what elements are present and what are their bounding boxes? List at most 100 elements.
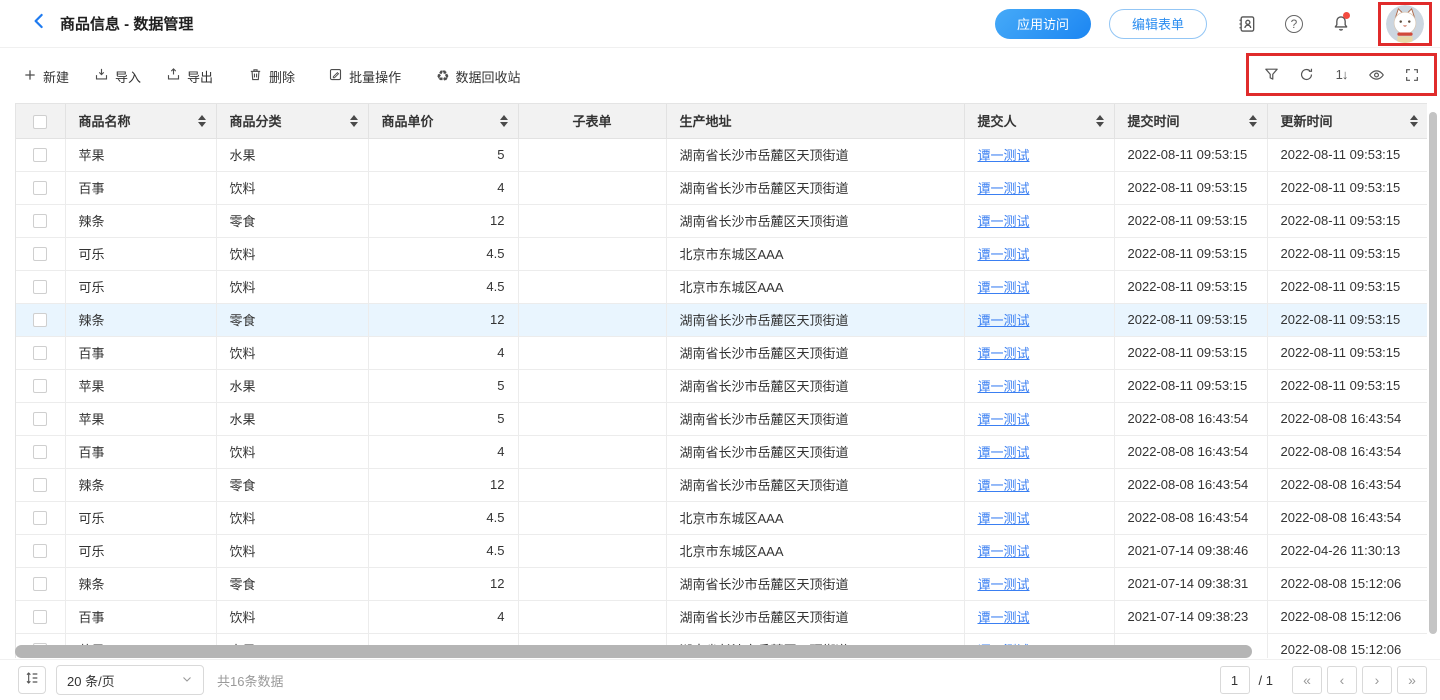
top-bar: 商品信息 - 数据管理 应用访问 编辑表单 — [0, 0, 1440, 48]
filter-icon[interactable] — [1263, 66, 1280, 83]
row-checkbox[interactable] — [33, 577, 47, 591]
sort-carets-icon[interactable] — [1249, 115, 1257, 127]
column-header-submit_time[interactable]: 提交时间 — [1114, 104, 1267, 138]
export-button[interactable]: 导出 — [166, 67, 213, 86]
submitter-link[interactable]: 谭一测试 — [978, 346, 1030, 361]
import-icon — [94, 67, 109, 85]
row-checkbox[interactable] — [33, 346, 47, 360]
app-access-button[interactable]: 应用访问 — [995, 9, 1091, 39]
edit-form-button[interactable]: 编辑表单 — [1109, 9, 1207, 39]
category-cell: 饮料 — [216, 336, 368, 369]
row-checkbox[interactable] — [33, 379, 47, 393]
sort-carets-icon[interactable] — [350, 115, 358, 127]
row-checkbox[interactable] — [33, 412, 47, 426]
import-button[interactable]: 导入 — [94, 67, 141, 86]
column-header-submitter[interactable]: 提交人 — [964, 104, 1114, 138]
user-avatar[interactable] — [1386, 5, 1424, 43]
row-select-cell — [16, 336, 65, 369]
row-checkbox[interactable] — [33, 247, 47, 261]
row-checkbox[interactable] — [33, 445, 47, 459]
column-header-price[interactable]: 商品单价 — [368, 104, 518, 138]
column-header-category[interactable]: 商品分类 — [216, 104, 368, 138]
prev-page-button[interactable]: ‹ — [1327, 666, 1357, 694]
sort-icon[interactable] — [1333, 66, 1350, 83]
submit_time-cell: 2022-08-11 09:53:15 — [1114, 138, 1267, 171]
price-cell: 4.5 — [368, 534, 518, 567]
submitter-link[interactable]: 谭一测试 — [978, 511, 1030, 526]
row-checkbox[interactable] — [33, 214, 47, 228]
column-visibility-icon[interactable] — [1368, 66, 1385, 83]
notification-bell-icon[interactable] — [1331, 14, 1351, 34]
row-checkbox[interactable] — [33, 511, 47, 525]
submitter-link[interactable]: 谭一测试 — [978, 214, 1030, 229]
submit_time-cell: 2021-07-14 09:38:31 — [1114, 567, 1267, 600]
recycle-bin-button[interactable]: ♻ 数据回收站 — [436, 67, 520, 86]
vertical-scrollbar[interactable] — [1429, 112, 1437, 634]
submitter-link[interactable]: 谭一测试 — [978, 610, 1030, 625]
submitter-cell: 谭一测试 — [964, 204, 1114, 237]
address-cell: 北京市东城区AAA — [666, 501, 964, 534]
help-icon[interactable] — [1284, 14, 1304, 34]
submitter-link[interactable]: 谭一测试 — [978, 148, 1030, 163]
submitter-link[interactable]: 谭一测试 — [978, 544, 1030, 559]
sort-carets-icon[interactable] — [1410, 115, 1418, 127]
address-cell: 北京市东城区AAA — [666, 270, 964, 303]
row-checkbox[interactable] — [33, 148, 47, 162]
row-checkbox[interactable] — [33, 610, 47, 624]
data-table: 商品名称商品分类商品单价子表单生产地址提交人提交时间更新时间 苹果水果5湖南省长… — [15, 103, 1427, 658]
table-body: 苹果水果5湖南省长沙市岳麓区天顶街道谭一测试2022-08-11 09:53:1… — [16, 138, 1427, 658]
category-cell: 水果 — [216, 369, 368, 402]
batch-operations-button[interactable]: 批量操作 — [328, 67, 401, 86]
page-size-select[interactable]: 20 条/页 — [56, 665, 204, 695]
name-cell: 百事 — [65, 171, 216, 204]
sort-carets-icon[interactable] — [198, 115, 206, 127]
fullscreen-icon[interactable] — [1403, 66, 1420, 83]
row-checkbox[interactable] — [33, 280, 47, 294]
select-all-checkbox[interactable] — [33, 115, 47, 129]
row-checkbox[interactable] — [33, 181, 47, 195]
subform-cell — [518, 138, 666, 171]
first-page-button[interactable]: « — [1292, 666, 1322, 694]
submitter-link[interactable]: 谭一测试 — [978, 280, 1030, 295]
last-page-button[interactable]: » — [1397, 666, 1427, 694]
submitter-link[interactable]: 谭一测试 — [978, 577, 1030, 592]
table-row: 辣条零食12湖南省长沙市岳麓区天顶街道谭一测试2022-08-11 09:53:… — [16, 204, 1427, 237]
sort-carets-icon[interactable] — [1096, 115, 1104, 127]
submit_time-cell: 2022-08-11 09:53:15 — [1114, 369, 1267, 402]
back-button[interactable] — [30, 12, 48, 35]
name-cell: 可乐 — [65, 501, 216, 534]
horizontal-scrollbar[interactable] — [15, 645, 1252, 658]
submitter-cell: 谭一测试 — [964, 138, 1114, 171]
submitter-link[interactable]: 谭一测试 — [978, 181, 1030, 196]
table-row: 辣条零食12湖南省长沙市岳麓区天顶街道谭一测试2022-08-08 16:43:… — [16, 468, 1427, 501]
submitter-link[interactable]: 谭一测试 — [978, 379, 1030, 394]
create-button[interactable]: 新建 — [23, 67, 69, 86]
submitter-link[interactable]: 谭一测试 — [978, 313, 1030, 328]
submitter-link[interactable]: 谭一测试 — [978, 445, 1030, 460]
update_time-cell: 2022-08-11 09:53:15 — [1267, 138, 1427, 171]
name-cell: 辣条 — [65, 468, 216, 501]
row-height-button[interactable] — [18, 666, 46, 694]
page-total-label: / 1 — [1259, 673, 1273, 688]
submitter-cell: 谭一测试 — [964, 303, 1114, 336]
delete-button[interactable]: 删除 — [248, 67, 295, 86]
subform-cell — [518, 534, 666, 567]
contacts-icon[interactable] — [1237, 14, 1257, 34]
sort-carets-icon[interactable] — [500, 115, 508, 127]
current-page-input[interactable]: 1 — [1220, 666, 1250, 694]
column-header-name[interactable]: 商品名称 — [65, 104, 216, 138]
submit_time-cell: 2021-07-14 09:38:23 — [1114, 600, 1267, 633]
submitter-link[interactable]: 谭一测试 — [978, 478, 1030, 493]
table-row: 苹果水果5湖南省长沙市岳麓区天顶街道谭一测试2022-08-11 09:53:1… — [16, 369, 1427, 402]
name-cell: 辣条 — [65, 303, 216, 336]
row-checkbox[interactable] — [33, 313, 47, 327]
column-header-update_time[interactable]: 更新时间 — [1267, 104, 1427, 138]
name-cell: 百事 — [65, 336, 216, 369]
next-page-button[interactable]: › — [1362, 666, 1392, 694]
update_time-cell: 2022-08-11 09:53:15 — [1267, 336, 1427, 369]
submitter-link[interactable]: 谭一测试 — [978, 412, 1030, 427]
refresh-icon[interactable] — [1298, 66, 1315, 83]
row-checkbox[interactable] — [33, 478, 47, 492]
row-checkbox[interactable] — [33, 544, 47, 558]
submitter-link[interactable]: 谭一测试 — [978, 247, 1030, 262]
